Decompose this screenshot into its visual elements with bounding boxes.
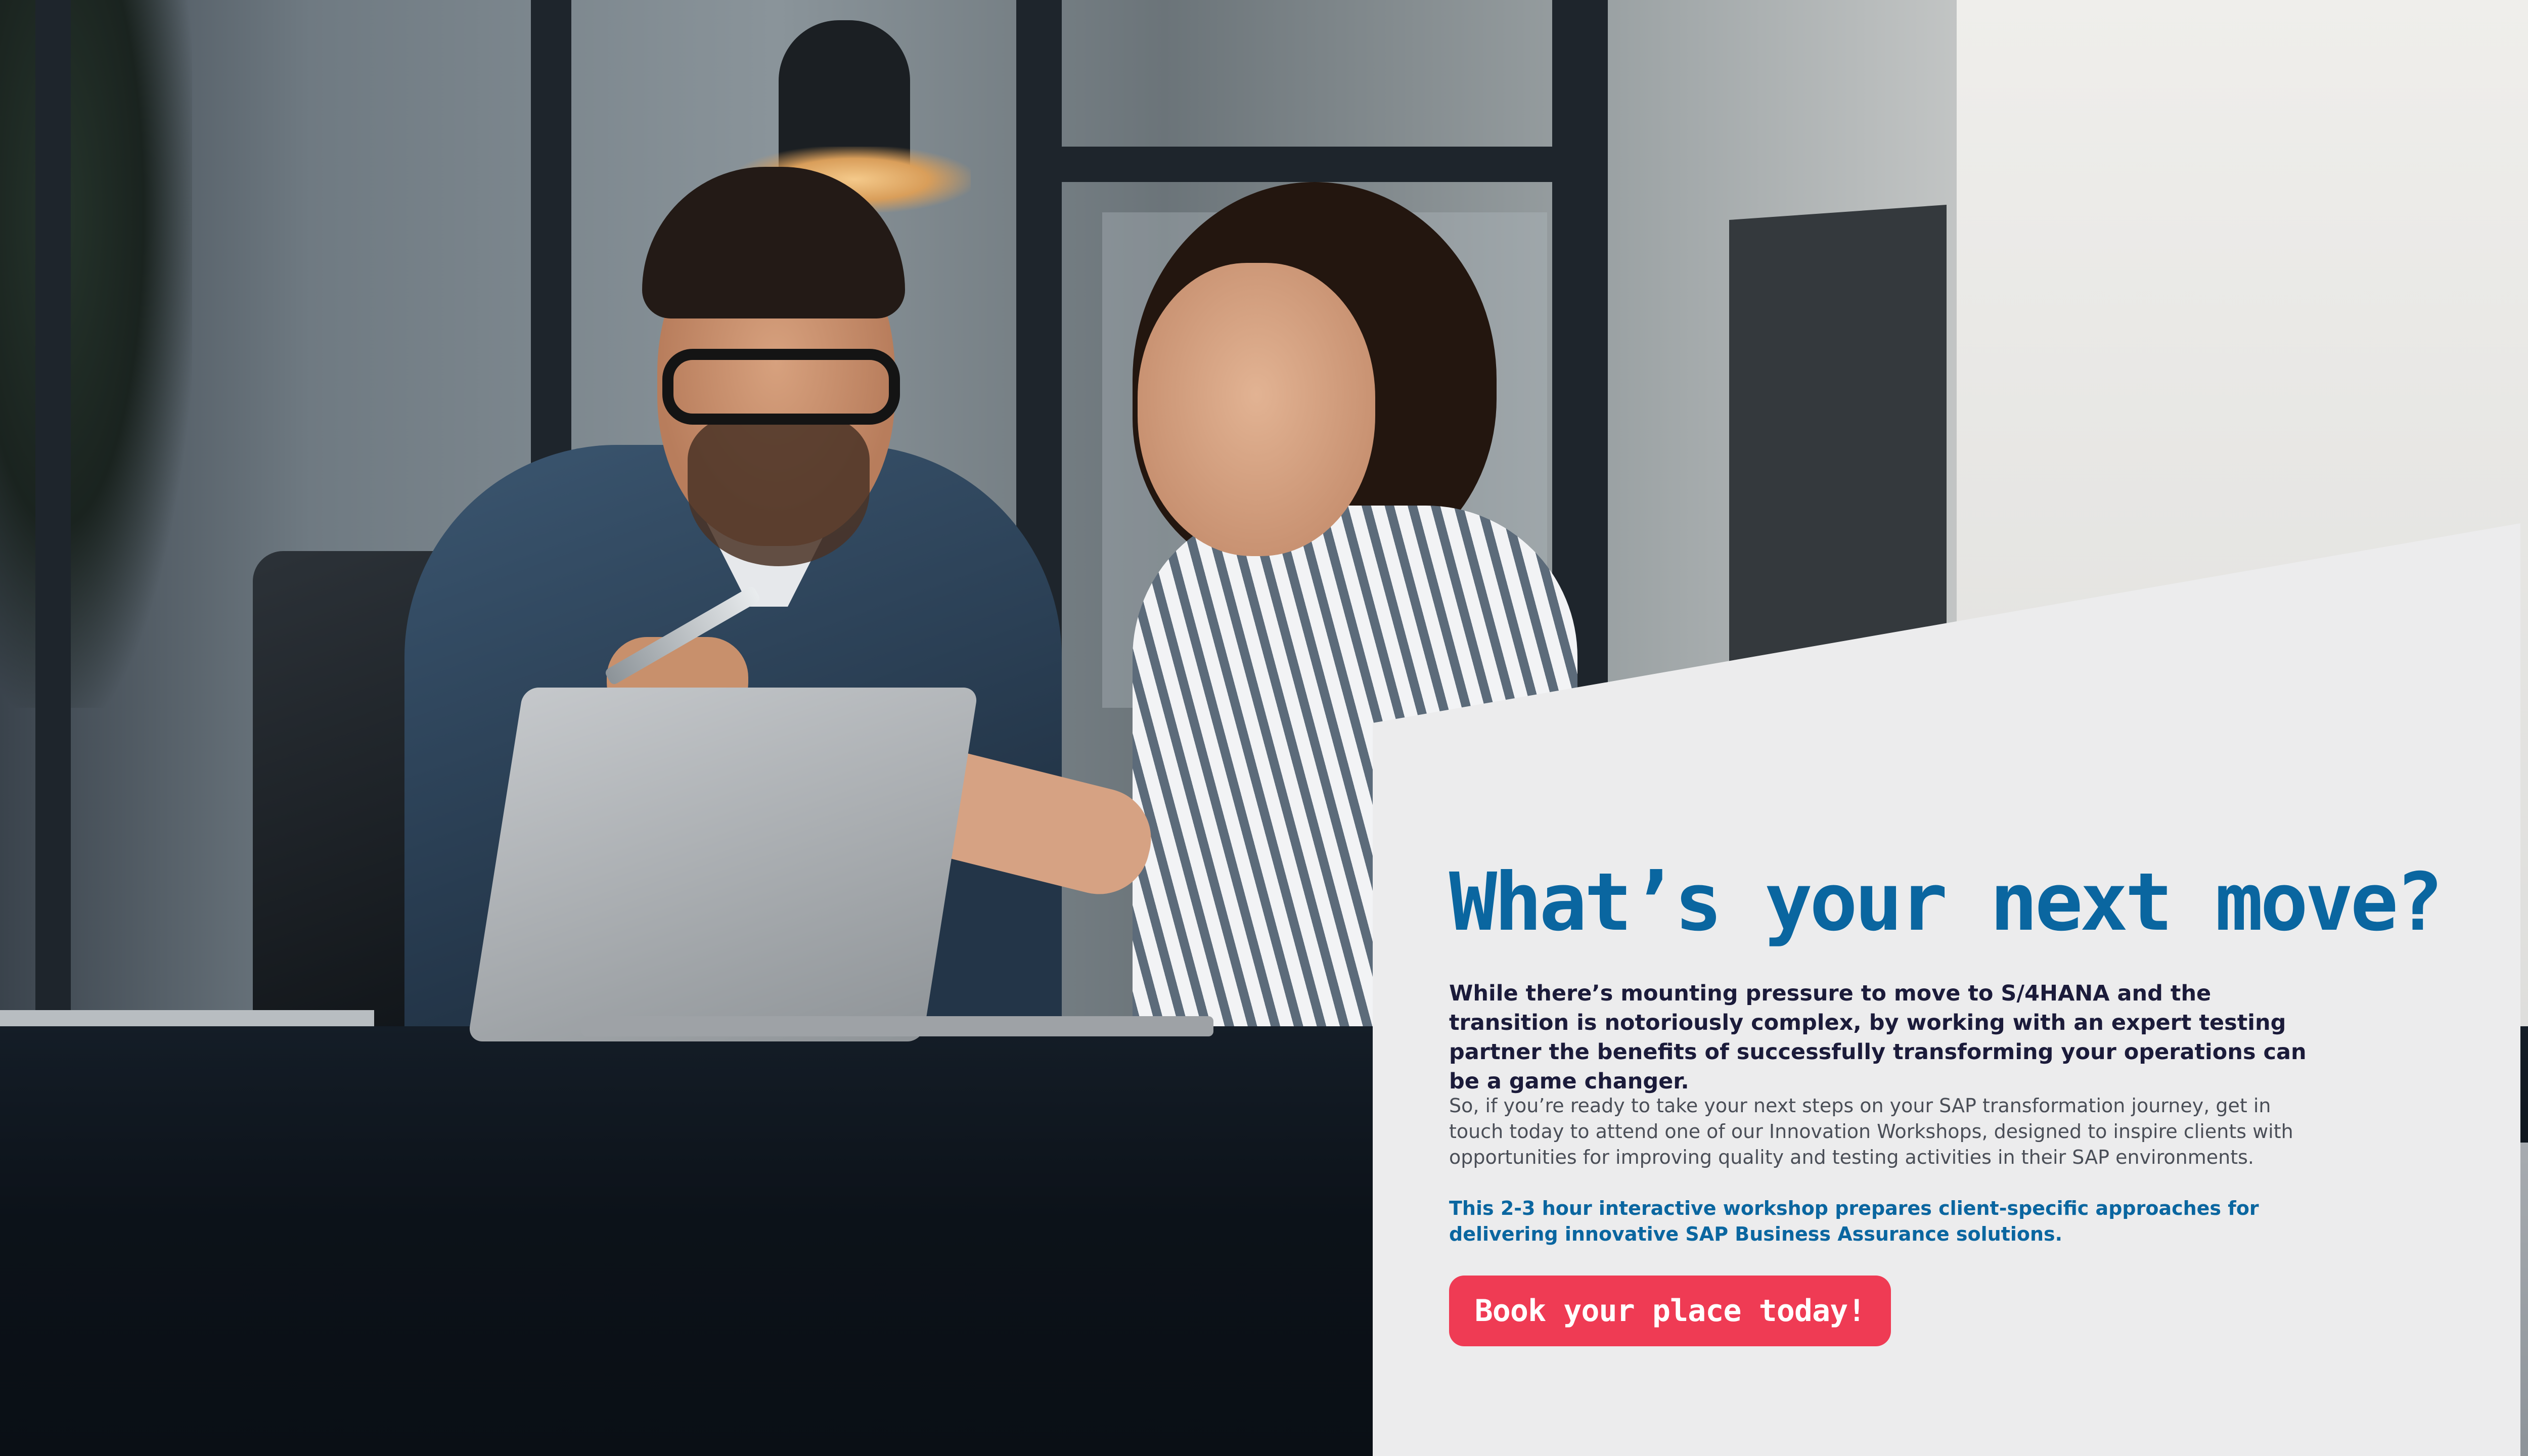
window-frame	[1062, 147, 1567, 182]
laptop-base	[581, 1016, 1213, 1036]
plant-blur	[0, 0, 192, 708]
lead-paragraph: While there’s mounting pressure to move …	[1449, 981, 2307, 1094]
man-beard	[688, 415, 870, 566]
workshop-highlight: This 2-3 hour interactive workshop prepa…	[1449, 1197, 2259, 1245]
book-place-button[interactable]: Book your place today!	[1449, 1276, 1891, 1346]
woman-face	[1138, 263, 1375, 556]
glasses	[662, 349, 900, 425]
headline: What’s your next move?	[1449, 856, 2444, 949]
body-paragraph: So, if you’re ready to take your next st…	[1449, 1095, 2293, 1168]
window-frame	[35, 0, 71, 1011]
laptop	[467, 688, 979, 1041]
